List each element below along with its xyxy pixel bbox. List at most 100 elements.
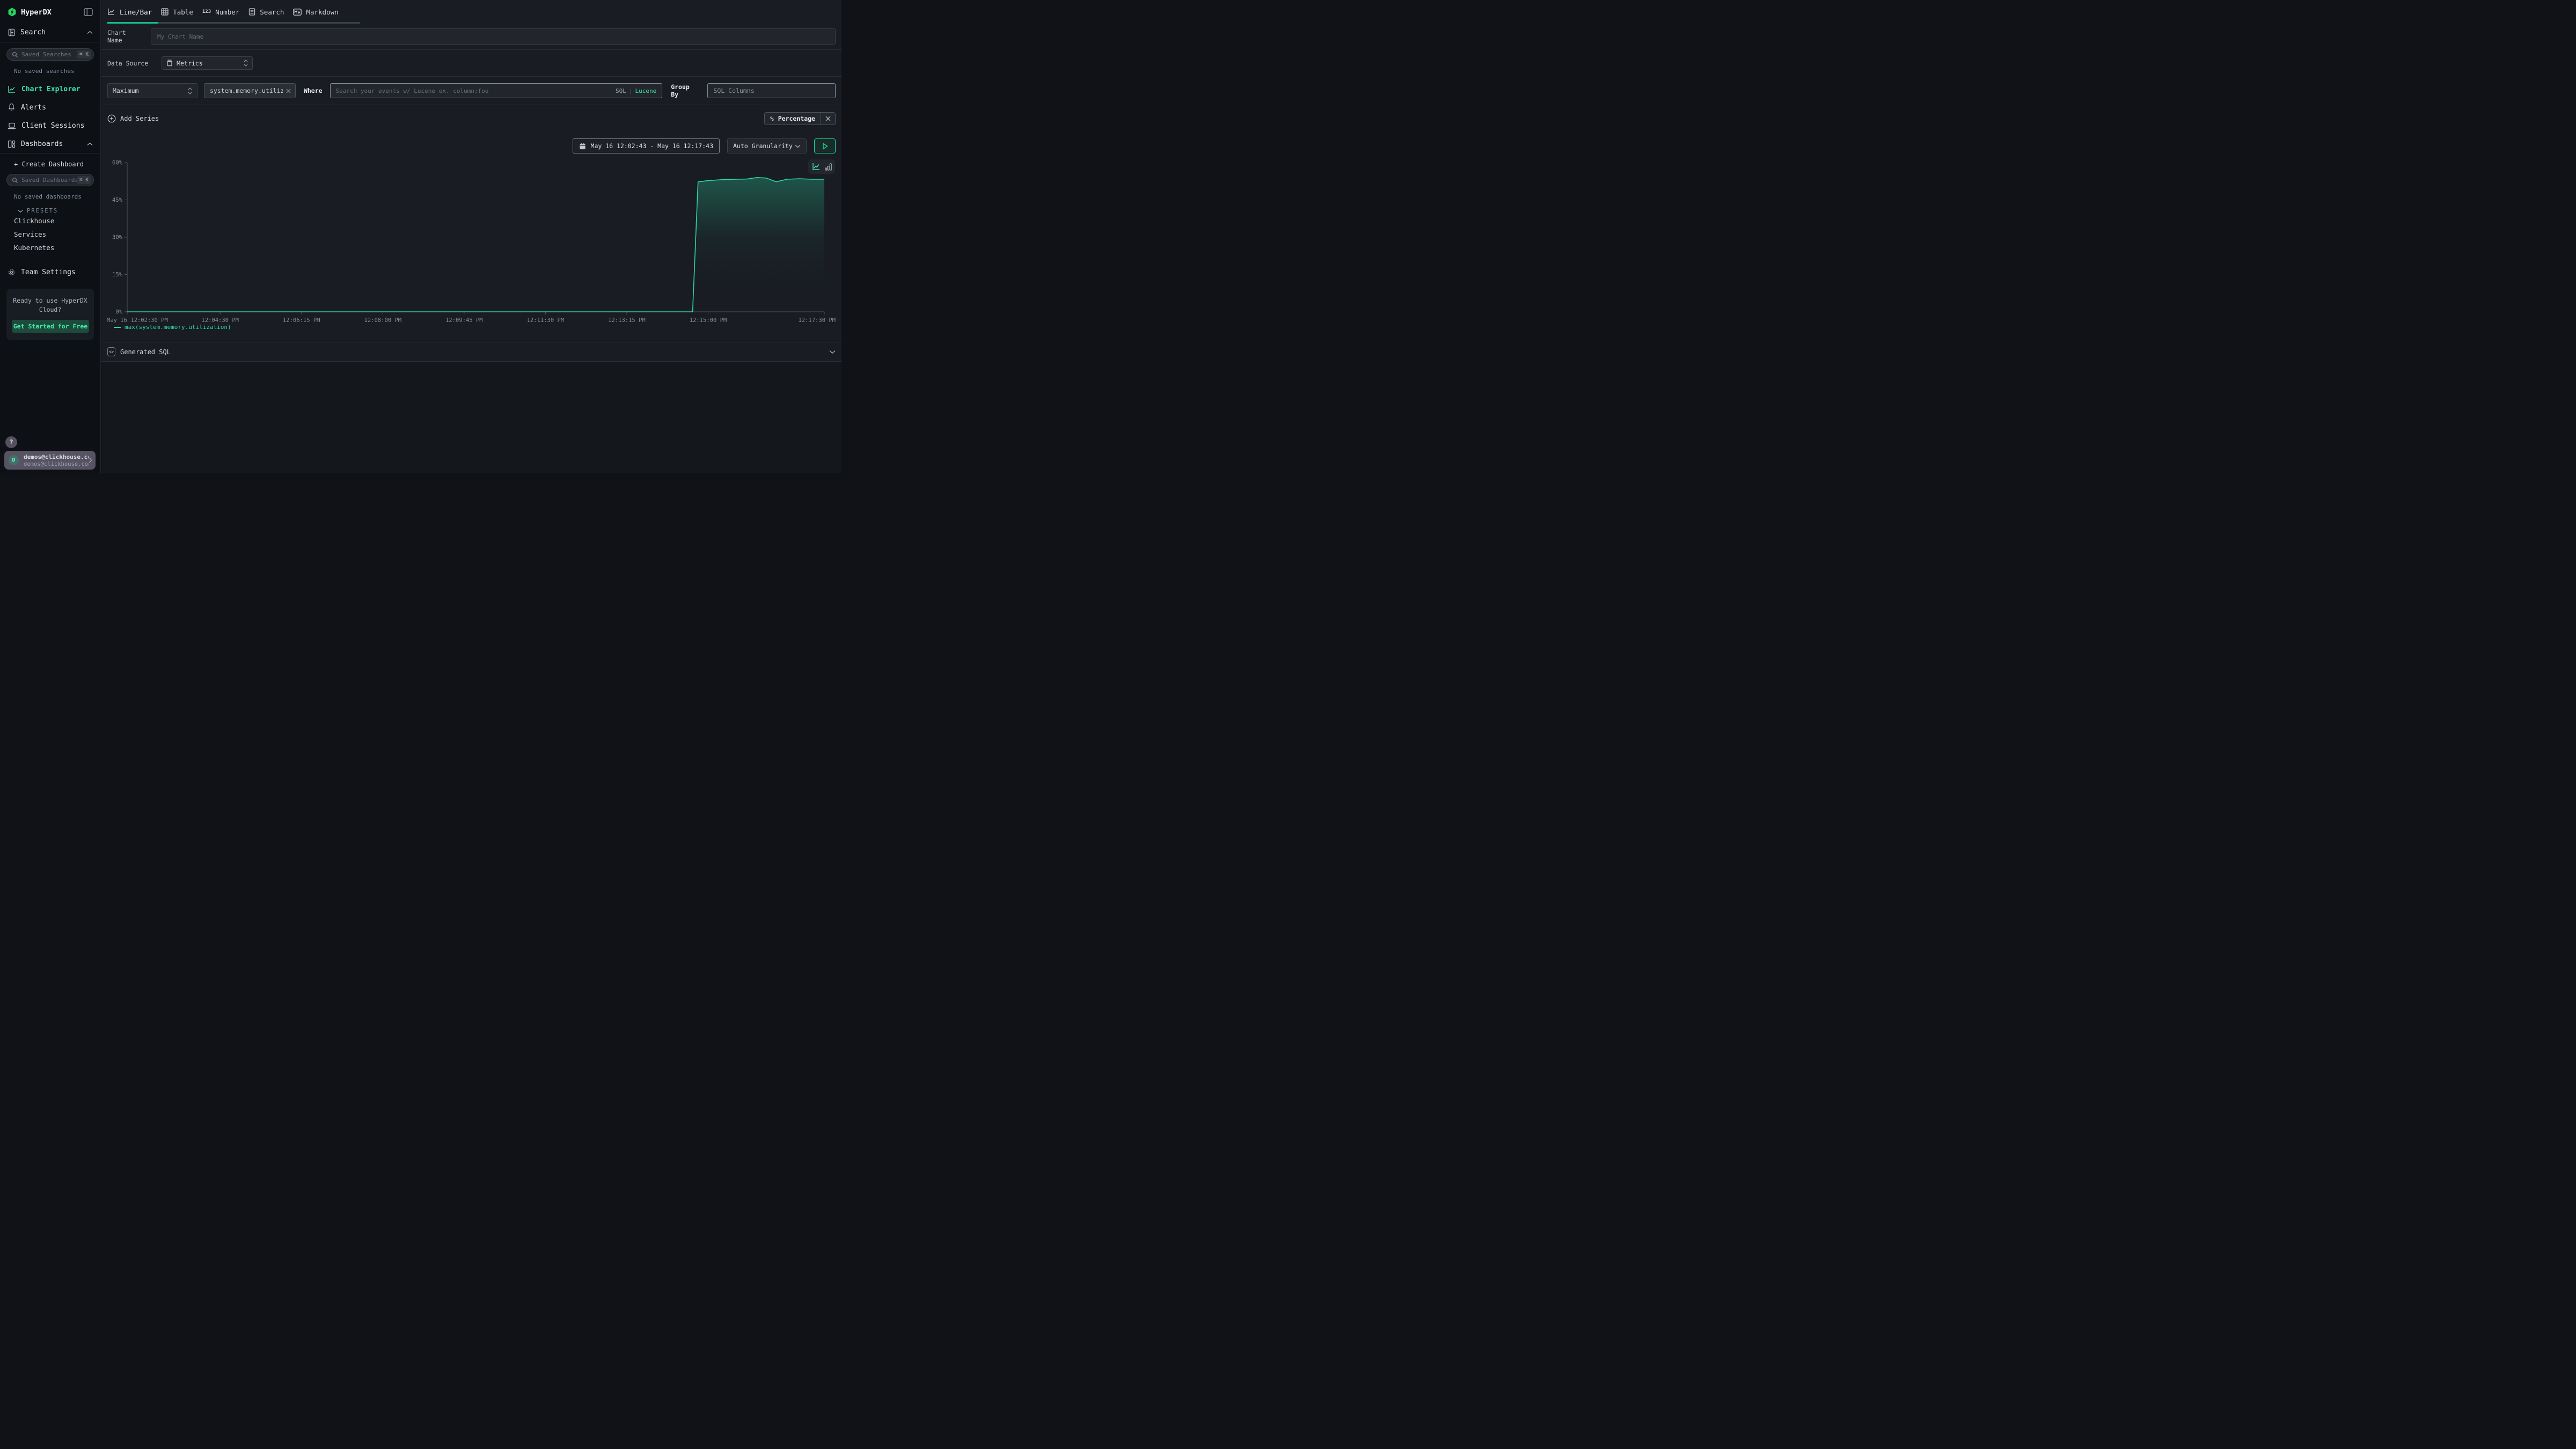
legend-series-label: max(system.memory.utilization) [125,324,231,331]
where-search-input[interactable]: Search your events w/ Lucene ex. column:… [330,83,663,98]
svg-text:15%: 15% [112,272,123,278]
aggregation-value: Maximum [113,87,188,94]
tab-markdown[interactable]: Markdown [293,0,338,24]
svg-text:12:11:30 PM: 12:11:30 PM [527,317,565,324]
search-doc-icon [8,28,16,36]
add-series-button[interactable]: Add Series [107,114,159,123]
metric-field-chip[interactable]: system.memory.utiliza [204,83,296,98]
chart-toolbar-row: May 16 12:02:43 - May 16 12:17:43 Auto G… [101,136,841,156]
date-range-input[interactable]: May 16 12:02:43 - May 16 12:17:43 [573,138,720,153]
tab-number[interactable]: 123 Number [202,0,239,24]
shortcut-badge: ⌘ K [77,176,91,184]
laptop-icon [8,122,16,130]
chart-legend: max(system.memory.utilization) [114,324,231,331]
gear-icon [8,268,16,276]
granularity-select[interactable]: Auto Granularity [727,138,807,153]
series-row: Maximum system.memory.utiliza Where Sear… [101,77,841,105]
saved-dashboards-input[interactable]: Saved Dashboards ⌘ K [6,174,94,186]
no-saved-dashboards-text: No saved dashboards [14,193,100,200]
granularity-value: Auto Granularity [733,142,795,150]
play-icon [822,143,828,150]
svg-text:12:09:45 PM: 12:09:45 PM [445,317,483,324]
saved-searches-input[interactable]: Saved Searches ⌘ K [6,48,94,61]
presets-toggle[interactable]: PRESETS [14,208,100,214]
help-button[interactable]: ? [5,436,17,448]
sidebar-item-client-sessions[interactable]: Client Sessions [0,116,100,135]
sidebar-item-chart-explorer[interactable]: Chart Explorer [0,80,100,98]
preset-item-services[interactable]: Services [0,228,100,241]
percentage-main[interactable]: % Percentage [765,113,821,125]
create-dashboard-button[interactable]: + Create Dashboard [14,160,100,168]
add-series-label: Add Series [120,115,159,122]
tabbar-active-underline [107,22,158,24]
data-source-select[interactable]: Metrics [162,56,253,70]
sidebar-item-label: Chart Explorer [21,85,93,93]
chevron-down-icon [18,209,23,213]
code-icon: <> [107,347,115,356]
preset-item-kubernetes[interactable]: Kubernetes [0,241,100,254]
get-started-button[interactable]: Get Started for Free [12,320,89,333]
svg-text:May 16 12:02:30 PM: May 16 12:02:30 PM [107,317,168,324]
metric-field-value: system.memory.utiliza [210,87,283,94]
svg-text:12:04:30 PM: 12:04:30 PM [201,317,239,324]
lucene-mode-button[interactable]: Lucene [635,87,656,94]
chart-name-label: Chart Name [107,29,144,44]
chart-name-input[interactable]: My Chart Name [151,28,836,45]
sidebar-item-alerts[interactable]: Alerts [0,98,100,116]
generated-sql-toggle[interactable]: <> Generated SQL [101,342,841,362]
plus-circle-icon [107,114,116,123]
group-by-input[interactable]: SQL Columns [707,83,836,98]
updown-icon [188,87,192,94]
user-menu[interactable]: D demos@clickhouse.com demos@clickhouse.… [4,451,96,470]
percentage-toggle[interactable]: % Percentage [764,112,836,125]
bell-icon [8,103,16,112]
line-chart-icon[interactable] [812,163,821,171]
where-placeholder: Search your events w/ Lucene ex. column:… [336,87,611,94]
chart-explorer-icon [8,85,16,93]
line-bar-tab-icon [107,8,115,16]
svg-text:12:15:00 PM: 12:15:00 PM [690,317,727,324]
app-title: HyperDX [21,8,84,17]
preset-item-clickhouse[interactable]: Clickhouse [0,214,100,228]
chart-display-toggle[interactable] [808,159,835,174]
sidebar: HyperDX Search Saved Searches ⌘ K No sav… [0,0,101,473]
run-query-button[interactable] [814,138,836,153]
magnifier-icon [12,177,18,184]
user-subtitle: demos@clickhouse.com's [24,461,89,467]
number-icon: 123 [202,9,211,14]
tab-line-bar[interactable]: Line/Bar [107,0,152,24]
calendar-icon [579,143,586,150]
lang-separator: | [629,87,633,94]
sidebar-item-dashboards[interactable]: Dashboards [0,135,100,153]
aggregation-select[interactable]: Maximum [107,83,197,98]
tab-label: Search [260,8,284,16]
chevron-up-icon[interactable] [87,142,93,146]
percentage-label: Percentage [778,115,815,122]
sidebar-collapse-icon[interactable] [84,8,93,16]
tab-search[interactable]: Search [248,0,284,24]
group-by-placeholder: SQL Columns [713,87,754,94]
tab-label: Line/Bar [120,8,152,16]
bar-chart-icon[interactable] [825,163,832,171]
legend-line-swatch [114,327,121,328]
user-texts: demos@clickhouse.com demos@clickhouse.co… [24,453,89,467]
tab-table[interactable]: Table [161,0,193,24]
sidebar-item-team-settings[interactable]: Team Settings [0,263,100,281]
percentage-remove-button[interactable] [821,113,835,125]
svg-text:45%: 45% [112,197,123,203]
chart-name-row: Chart Name My Chart Name [101,24,841,50]
no-saved-searches-text: No saved searches [14,68,100,75]
sidebar-search-label: Search [20,28,87,36]
magnifier-icon [12,52,18,58]
sidebar-section-search[interactable]: Search [0,22,100,42]
user-email: demos@clickhouse.com [24,453,89,460]
chart-name-placeholder: My Chart Name [157,33,203,40]
presets-label: PRESETS [27,208,58,214]
svg-text:12:13:15 PM: 12:13:15 PM [608,317,646,324]
timeseries-chart[interactable]: 60%45%30%15%0%May 16 12:02:30 PM12:04:30… [101,156,842,325]
close-icon[interactable] [286,89,291,93]
svg-text:0%: 0% [115,309,122,316]
cloud-promo-line1: Ready to use HyperDX [12,296,89,305]
sql-mode-button[interactable]: SQL [616,87,626,94]
chevron-up-icon[interactable] [87,31,93,34]
